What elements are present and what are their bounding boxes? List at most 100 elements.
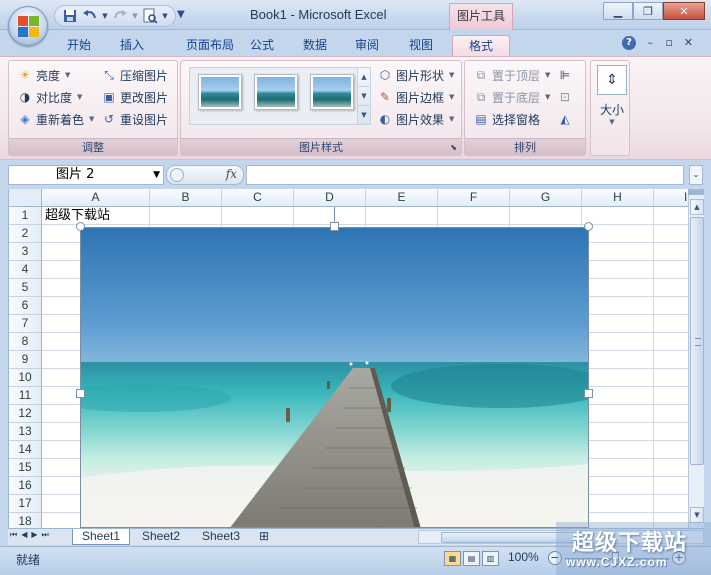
spreadsheet-grid[interactable]: A B C D E F G H I 1 2 3 4 5 6 7 8 9 10 1…: [8, 189, 688, 528]
column-header-g[interactable]: G: [510, 189, 582, 207]
contrast-button[interactable]: ◑ 对比度 ▼: [17, 87, 83, 107]
rotate-button[interactable]: ◭: [557, 109, 573, 129]
tab-formulas[interactable]: 公式: [240, 35, 284, 56]
style-thumb-1[interactable]: [198, 74, 242, 110]
office-button[interactable]: [8, 6, 48, 46]
column-header-b[interactable]: B: [150, 189, 222, 207]
next-sheet-icon[interactable]: ▶: [31, 530, 37, 540]
tab-data[interactable]: 数据: [294, 35, 336, 56]
gallery-more-icon[interactable]: ▼: [358, 106, 370, 125]
ribbon-minimize-icon[interactable]: –: [648, 36, 654, 49]
picture-effects-button[interactable]: ◐ 图片效果 ▼: [377, 109, 455, 129]
restore-button[interactable]: ❐: [633, 2, 663, 20]
undo-icon[interactable]: [81, 7, 99, 25]
print-preview-icon[interactable]: [141, 7, 159, 25]
sheet-tab-2[interactable]: Sheet2: [132, 529, 190, 545]
insert-sheet-icon[interactable]: ⊞: [252, 529, 276, 545]
dialog-launcher-icon[interactable]: ⬊: [450, 139, 457, 156]
row-header[interactable]: 17: [9, 495, 42, 513]
row-header[interactable]: 9: [9, 351, 42, 369]
column-header-d[interactable]: D: [294, 189, 366, 207]
column-header-h[interactable]: H: [582, 189, 654, 207]
workbook-close-icon[interactable]: ✕: [684, 36, 693, 49]
row-header[interactable]: 2: [9, 225, 42, 243]
last-sheet-icon[interactable]: ⏭: [42, 530, 49, 540]
resize-handle-left[interactable]: [76, 389, 85, 398]
bring-to-front-button[interactable]: ⧉ 置于顶层 ▼: [473, 65, 551, 85]
row-header[interactable]: 10: [9, 369, 42, 387]
compress-pictures-button[interactable]: ⤡ 压缩图片: [101, 65, 168, 85]
formula-expand-icon[interactable]: ⌄: [689, 165, 703, 185]
resize-handle-top[interactable]: [330, 222, 339, 231]
customize-qat-icon[interactable]: ▼: [177, 9, 185, 20]
vertical-split-handle[interactable]: [688, 189, 704, 195]
row-header[interactable]: 13: [9, 423, 42, 441]
row-header[interactable]: 4: [9, 261, 42, 279]
vertical-scroll-thumb[interactable]: [690, 217, 704, 465]
row-header[interactable]: 6: [9, 297, 42, 315]
row-header[interactable]: 11: [9, 387, 42, 405]
gallery-up-icon[interactable]: ▲: [358, 68, 370, 87]
insert-function-icon[interactable]: fx: [226, 167, 237, 181]
sheet-tab-3[interactable]: Sheet3: [192, 529, 250, 545]
name-box[interactable]: 图片 2 ▼: [8, 165, 164, 185]
row-header[interactable]: 15: [9, 459, 42, 477]
normal-view-icon[interactable]: ▦: [444, 551, 461, 566]
picture-shape-button[interactable]: ⬡ 图片形状 ▼: [377, 65, 455, 85]
recolor-button[interactable]: ◈ 重新着色 ▼: [17, 109, 94, 129]
close-button[interactable]: ✕: [663, 2, 705, 20]
brightness-button[interactable]: ☀ 亮度 ▼: [17, 65, 71, 85]
print-preview-dropdown-icon[interactable]: ▼: [161, 7, 169, 25]
row-header[interactable]: 7: [9, 315, 42, 333]
undo-dropdown-icon[interactable]: ▼: [101, 7, 109, 25]
row-header[interactable]: 1: [9, 207, 42, 225]
formula-grip-icon[interactable]: [170, 168, 184, 182]
page-break-view-icon[interactable]: ▥: [482, 551, 499, 566]
row-header[interactable]: 5: [9, 279, 42, 297]
tab-view[interactable]: 视图: [400, 35, 442, 56]
formula-input[interactable]: [246, 165, 684, 185]
sheet-tab-1[interactable]: Sheet1: [72, 529, 130, 545]
resize-handle-top-left[interactable]: [76, 222, 85, 231]
resize-handle-right[interactable]: [584, 389, 593, 398]
style-thumb-3[interactable]: [310, 74, 354, 110]
size-button[interactable]: ⇕ 大小 ▼: [595, 65, 629, 137]
column-header-c[interactable]: C: [222, 189, 294, 207]
inserted-picture[interactable]: [80, 227, 589, 528]
reset-picture-button[interactable]: ↺ 重设图片: [101, 109, 168, 129]
scroll-down-icon[interactable]: ▼: [690, 507, 704, 523]
help-icon[interactable]: ?: [622, 36, 636, 50]
gallery-down-icon[interactable]: ▼: [358, 87, 370, 106]
column-header-e[interactable]: E: [366, 189, 438, 207]
save-icon[interactable]: [61, 7, 79, 25]
tab-home[interactable]: 开始: [58, 35, 100, 56]
row-header[interactable]: 12: [9, 405, 42, 423]
column-header-f[interactable]: F: [438, 189, 510, 207]
align-button[interactable]: ⊫: [557, 65, 573, 85]
page-layout-view-icon[interactable]: ▤: [463, 551, 480, 566]
zoom-level[interactable]: 100%: [508, 550, 539, 564]
picture-border-button[interactable]: ✎ 图片边框 ▼: [377, 87, 454, 107]
row-header[interactable]: 3: [9, 243, 42, 261]
column-header-i[interactable]: I: [654, 189, 688, 207]
name-box-dropdown-icon[interactable]: ▼: [153, 166, 160, 184]
tab-insert[interactable]: 插入: [111, 35, 153, 56]
column-header-a[interactable]: A: [42, 189, 150, 207]
row-header[interactable]: 8: [9, 333, 42, 351]
style-thumb-2[interactable]: [254, 74, 298, 110]
send-to-back-button[interactable]: ⧉ 置于底层 ▼: [473, 87, 551, 107]
group-button[interactable]: ⊡: [557, 87, 573, 107]
select-all-corner[interactable]: [9, 189, 42, 207]
selection-pane-button[interactable]: ▤ 选择窗格: [473, 109, 540, 129]
row-header[interactable]: 14: [9, 441, 42, 459]
row-header[interactable]: 18: [9, 513, 42, 528]
minimize-button[interactable]: ▁: [603, 2, 633, 20]
tab-format[interactable]: 格式: [452, 35, 510, 56]
ribbon-restore-icon[interactable]: ▫: [666, 36, 673, 49]
resize-handle-top-right[interactable]: [584, 222, 593, 231]
row-header[interactable]: 16: [9, 477, 42, 495]
scroll-up-icon[interactable]: ▲: [690, 199, 704, 215]
tab-review[interactable]: 审阅: [346, 35, 388, 56]
change-picture-button[interactable]: ▣ 更改图片: [101, 87, 168, 107]
prev-sheet-icon[interactable]: ◀: [21, 530, 27, 540]
